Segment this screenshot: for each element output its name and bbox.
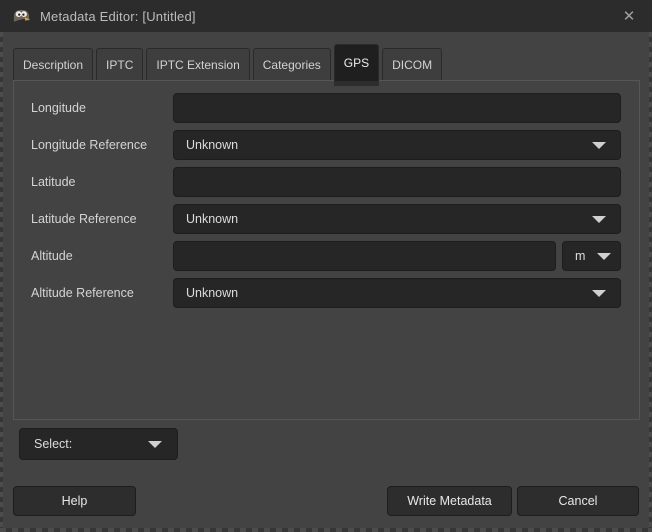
longitude-reference-label: Longitude Reference	[31, 130, 173, 160]
chevron-down-icon	[148, 441, 162, 448]
gps-form: Longitude Longitude Reference Unknown La…	[14, 81, 639, 308]
latitude-reference-label: Latitude Reference	[31, 204, 173, 234]
chevron-down-icon	[592, 290, 606, 297]
altitude-label: Altitude	[31, 241, 173, 271]
tab-gps[interactable]: GPS	[334, 44, 379, 81]
chevron-down-icon	[592, 142, 606, 149]
altitude-reference-dropdown[interactable]: Unknown	[173, 278, 621, 308]
chevron-down-icon	[597, 253, 611, 260]
gimp-wilber-icon	[12, 8, 31, 24]
altitude-unit-dropdown[interactable]: m	[562, 241, 621, 271]
longitude-reference-dropdown[interactable]: Unknown	[173, 130, 621, 160]
altitude-reference-label: Altitude Reference	[31, 278, 173, 308]
write-metadata-button[interactable]: Write Metadata	[387, 486, 512, 516]
longitude-label: Longitude	[31, 93, 173, 123]
gps-tab-panel: Longitude Longitude Reference Unknown La…	[13, 80, 640, 420]
latitude-field[interactable]	[173, 167, 621, 197]
tab-categories[interactable]: Categories	[253, 48, 331, 81]
altitude-row: m	[173, 241, 621, 271]
altitude-unit-value: m	[575, 249, 597, 263]
tab-description[interactable]: Description	[13, 48, 93, 81]
longitude-field[interactable]	[173, 93, 621, 123]
select-dropdown-label: Select:	[34, 437, 148, 451]
chevron-down-icon	[592, 216, 606, 223]
help-button[interactable]: Help	[13, 486, 136, 516]
window-resize-edge-left[interactable]	[0, 32, 3, 532]
metadata-editor-dialog: Metadata Editor: [Untitled] ✕ Descriptio…	[0, 0, 652, 532]
latitude-label: Latitude	[31, 167, 173, 197]
window-resize-edge-bottom[interactable]	[0, 528, 652, 532]
close-icon[interactable]: ✕	[618, 5, 640, 27]
window-title: Metadata Editor: [Untitled]	[40, 9, 196, 24]
tab-dicom[interactable]: DICOM	[382, 48, 442, 81]
altitude-reference-value: Unknown	[186, 286, 592, 300]
cancel-button[interactable]: Cancel	[517, 486, 639, 516]
tab-iptc[interactable]: IPTC	[96, 48, 143, 81]
titlebar[interactable]: Metadata Editor: [Untitled] ✕	[0, 0, 652, 32]
tab-iptc-extension[interactable]: IPTC Extension	[146, 48, 249, 81]
altitude-field[interactable]	[173, 241, 556, 271]
metadata-tabbar: Description IPTC IPTC Extension Categori…	[13, 44, 640, 81]
latitude-reference-dropdown[interactable]: Unknown	[173, 204, 621, 234]
select-dropdown[interactable]: Select:	[19, 428, 178, 460]
longitude-reference-value: Unknown	[186, 138, 592, 152]
latitude-reference-value: Unknown	[186, 212, 592, 226]
